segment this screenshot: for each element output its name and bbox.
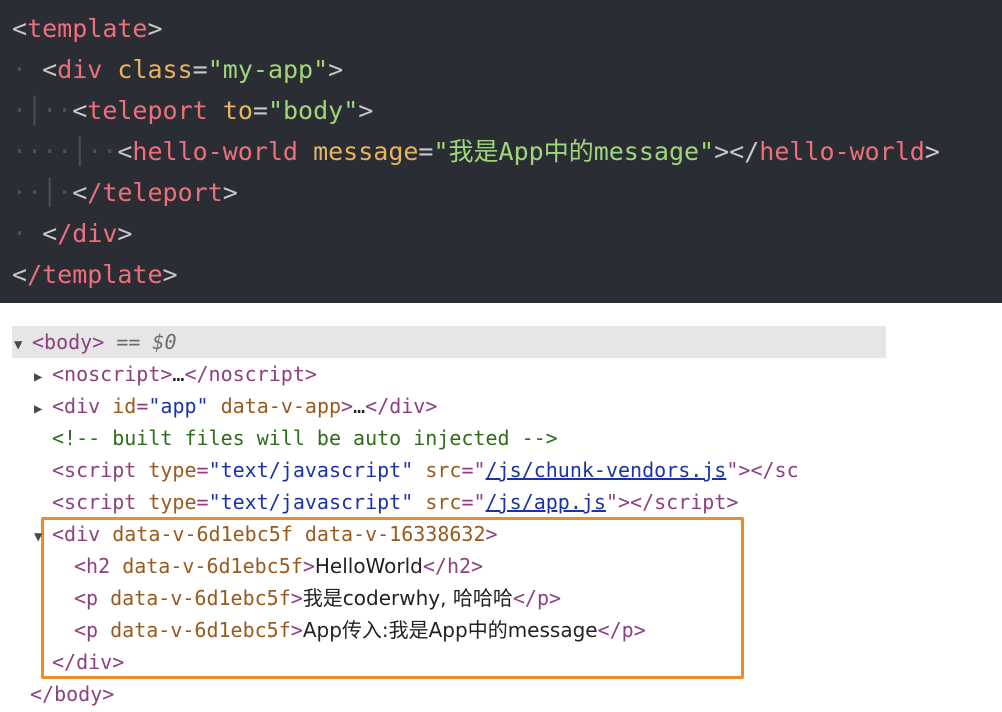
dom-node-script-vendors[interactable]: <script type="text/javascript" src="/js/… bbox=[52, 454, 886, 486]
src-link[interactable]: /js/chunk-vendors.js bbox=[486, 458, 727, 482]
tag-name: /template bbox=[27, 260, 163, 289]
dom-node-script-app[interactable]: <script type="text/javascript" src="/js/… bbox=[52, 486, 738, 518]
tag-name: hello-world bbox=[132, 137, 298, 166]
tag-name: div bbox=[57, 55, 103, 84]
editor-line-div-open: · <div class="my-app"> bbox=[12, 55, 344, 84]
tag-name: template bbox=[27, 14, 148, 43]
editor-line-div-close: · </div> bbox=[12, 219, 133, 248]
closing-tag-name: hello-world bbox=[759, 137, 925, 166]
dom-node-teleported-div-close[interactable]: </div> bbox=[52, 646, 124, 678]
attr-name: class bbox=[117, 55, 193, 84]
dom-node-h2[interactable]: <h2 data-v-6d1ebc5f>HelloWorld</h2> bbox=[74, 550, 483, 582]
dom-node-p1[interactable]: <p data-v-6d1ebc5f>我是coderwhy, 哈哈哈</p> bbox=[74, 582, 561, 614]
attr-value: "body" bbox=[267, 96, 359, 125]
editor-line-hello-world: ····│··<hello-world message="我是App中的mess… bbox=[12, 137, 940, 166]
dom-node-p2[interactable]: <p data-v-6d1ebc5f>App传入:我是App中的message<… bbox=[74, 614, 646, 646]
devtools-elements-panel: ▼ <body> == $0 ▶ <noscript>…</noscript> ▶ <… bbox=[0, 303, 1002, 712]
tag-name: /div bbox=[57, 219, 118, 248]
dom-node-body-close[interactable]: </body> bbox=[30, 678, 114, 710]
attr-value: "my-app" bbox=[207, 55, 329, 84]
collapse-triangle-icon[interactable]: ▼ bbox=[34, 521, 52, 553]
dom-node-teleported-div[interactable]: ▼ <div data-v-6d1ebc5f data-v-16338632> bbox=[34, 518, 498, 550]
collapse-triangle-icon[interactable]: ▼ bbox=[14, 329, 32, 361]
editor-line-template-close: </template> bbox=[12, 260, 178, 289]
editor-line-teleport-open: ·│··<teleport to="body"> bbox=[12, 96, 374, 125]
editor-line-teleport-close: ··│·</teleport> bbox=[12, 178, 238, 207]
attr-value: "我是App中的message" bbox=[433, 137, 715, 166]
tag-name: teleport bbox=[87, 96, 208, 125]
dom-node-comment[interactable]: <!-- built files will be auto injected -… bbox=[52, 422, 558, 454]
expand-triangle-icon[interactable]: ▶ bbox=[34, 393, 52, 425]
attr-name: to bbox=[222, 96, 253, 125]
code-editor: <template> · <div class="my-app"> ·│··<t… bbox=[0, 0, 1002, 303]
editor-line-template-open: <template> bbox=[12, 14, 163, 43]
attr-name: message bbox=[313, 137, 419, 166]
dom-node-noscript[interactable]: ▶ <noscript>…</noscript> bbox=[34, 358, 317, 390]
dom-node-body[interactable]: ▼ <body> == $0 bbox=[14, 326, 177, 358]
src-link[interactable]: /js/app.js bbox=[486, 490, 606, 514]
selected-marker: == $0 bbox=[116, 330, 177, 354]
tag-name: /teleport bbox=[87, 178, 223, 207]
dom-node-app-div[interactable]: ▶ <div id="app" data-v-app>…</div> bbox=[34, 390, 437, 422]
expand-triangle-icon[interactable]: ▶ bbox=[34, 361, 52, 393]
